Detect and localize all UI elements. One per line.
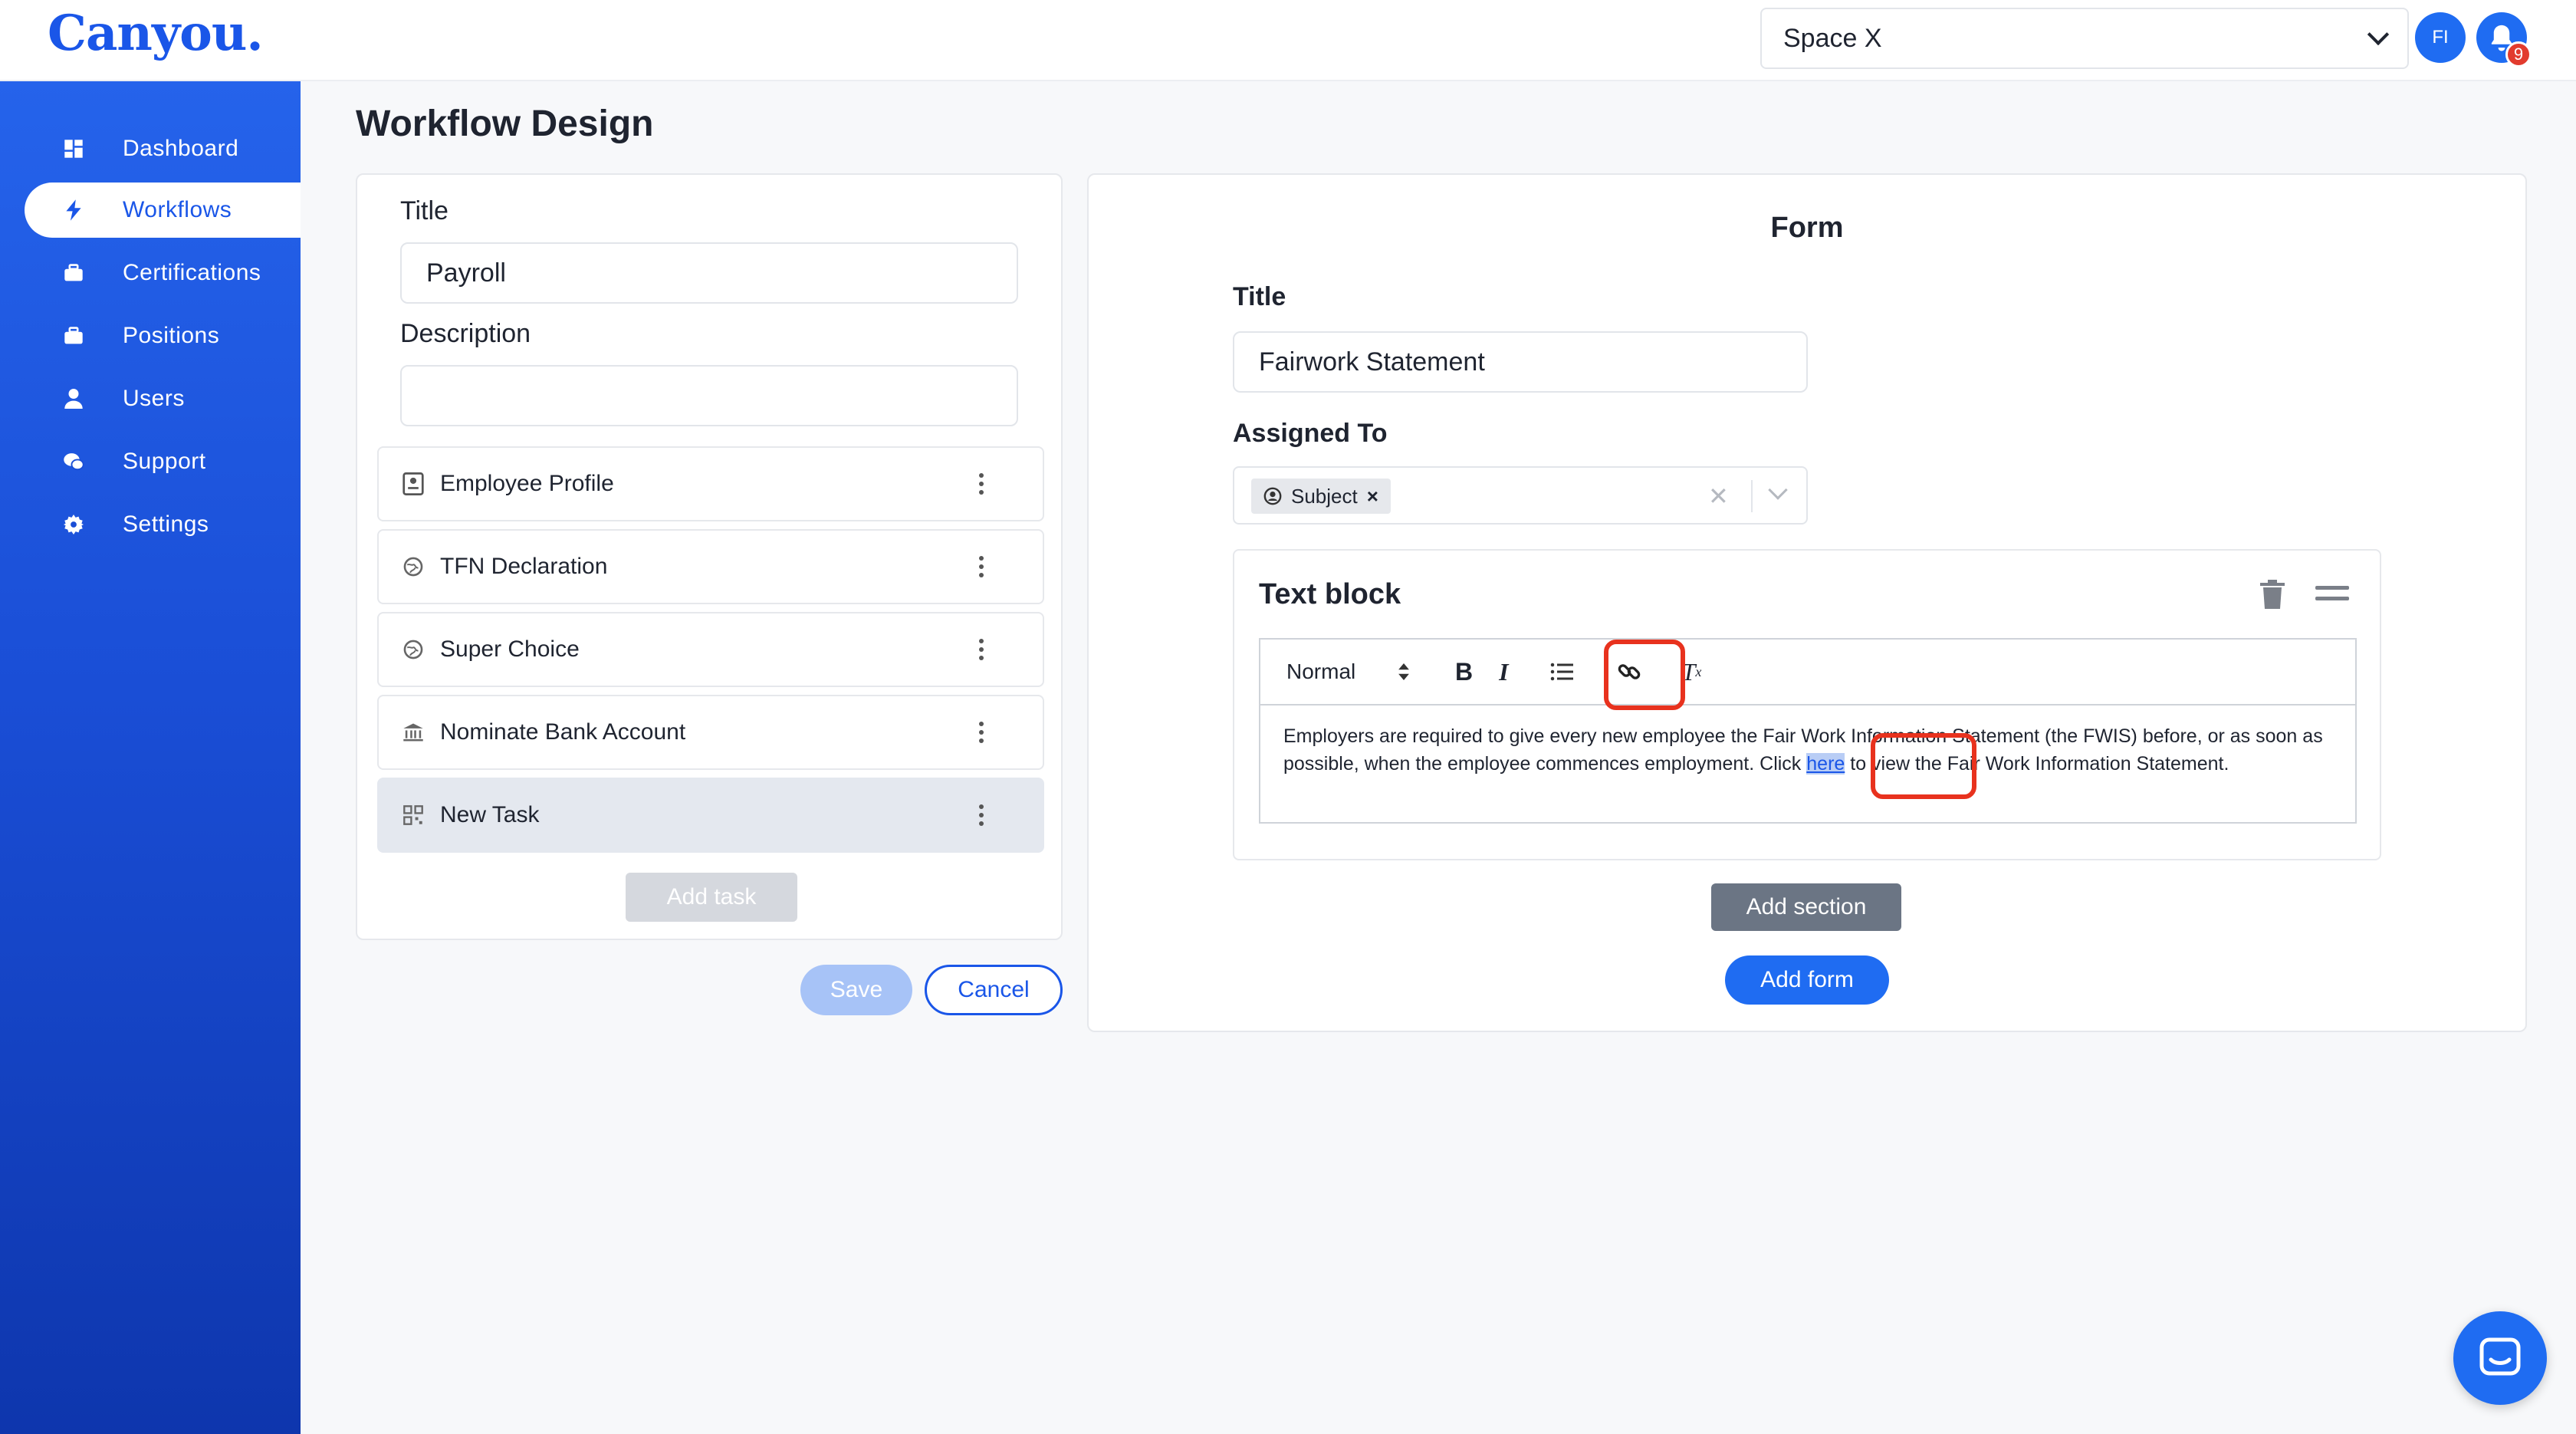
briefcase-icon bbox=[55, 327, 92, 345]
chat-icon bbox=[55, 452, 92, 472]
sidebar-item-workflows[interactable]: Workflows bbox=[25, 183, 301, 238]
sidebar-item-positions[interactable]: Positions bbox=[25, 308, 301, 363]
form-title-input[interactable]: Fairwork Statement bbox=[1233, 331, 1808, 393]
globe-icon bbox=[402, 638, 425, 661]
select-separator bbox=[1751, 480, 1753, 512]
sidebar-item-dashboard[interactable]: Dashboard bbox=[25, 121, 301, 176]
task-label: Nominate Bank Account bbox=[440, 719, 686, 745]
sidebar-item-label: Positions bbox=[123, 323, 220, 348]
sidebar-item-users[interactable]: Users bbox=[25, 371, 301, 426]
add-form-button[interactable]: Add form bbox=[1725, 955, 1889, 1005]
task-item-super-choice[interactable]: Super Choice bbox=[377, 612, 1044, 687]
assigned-chip-label: Subject bbox=[1291, 484, 1358, 508]
list-icon bbox=[1550, 663, 1573, 681]
bank-icon bbox=[402, 721, 425, 744]
chat-support-button[interactable] bbox=[2453, 1311, 2547, 1405]
bolt-icon bbox=[55, 199, 92, 221]
chevron-down-icon[interactable] bbox=[1768, 480, 1788, 500]
task-label: Super Choice bbox=[440, 636, 580, 662]
workflow-title-input[interactable]: Payroll bbox=[400, 242, 1018, 304]
app-logo[interactable]: Canyou. bbox=[48, 5, 264, 62]
sidebar-item-label: Users bbox=[123, 386, 185, 411]
text-editor[interactable]: Employers are required to give every new… bbox=[1259, 704, 2357, 824]
globe-icon bbox=[402, 555, 425, 578]
assigned-to-select[interactable]: Subject × ✕ bbox=[1233, 466, 1808, 525]
trash-icon[interactable] bbox=[2260, 580, 2285, 613]
workflow-description-input[interactable] bbox=[400, 365, 1018, 426]
qr-icon bbox=[402, 804, 425, 827]
task-menu-icon[interactable] bbox=[974, 722, 989, 743]
editor-link[interactable]: here bbox=[1806, 753, 1845, 775]
sidebar-item-certifications[interactable]: Certifications bbox=[25, 245, 301, 301]
editor-toolbar: Normal B I Tx bbox=[1259, 638, 2357, 705]
task-menu-icon[interactable] bbox=[974, 556, 989, 577]
format-select-value: Normal bbox=[1286, 659, 1356, 683]
highlight-link-text bbox=[1871, 733, 1976, 799]
italic-button[interactable]: I bbox=[1499, 658, 1508, 686]
form-heading: Form bbox=[1770, 212, 1844, 244]
chat-icon bbox=[2479, 1337, 2521, 1376]
space-select-value: Space X bbox=[1783, 23, 1882, 53]
task-menu-icon[interactable] bbox=[974, 804, 989, 826]
clear-icon[interactable]: ✕ bbox=[1708, 482, 1729, 511]
user-icon bbox=[55, 389, 92, 409]
notification-count-badge: 9 bbox=[2505, 41, 2532, 67]
sidebar-item-label: Support bbox=[123, 449, 206, 474]
chevron-down-icon bbox=[2367, 23, 2390, 46]
subject-icon bbox=[1263, 487, 1282, 505]
save-button[interactable]: Save bbox=[800, 965, 912, 1015]
remove-chip-icon[interactable]: × bbox=[1367, 485, 1378, 508]
gear-icon bbox=[55, 515, 92, 534]
add-section-button[interactable]: Add section bbox=[1711, 883, 1901, 931]
text-block-title: Text block bbox=[1259, 578, 1401, 610]
sidebar-item-settings[interactable]: Settings bbox=[25, 497, 301, 552]
cancel-button[interactable]: Cancel bbox=[925, 965, 1063, 1015]
bold-button[interactable]: B bbox=[1455, 658, 1473, 686]
task-item-employee-profile[interactable]: Employee Profile bbox=[377, 446, 1044, 521]
task-menu-icon[interactable] bbox=[974, 473, 989, 495]
task-label: Employee Profile bbox=[440, 471, 614, 496]
assigned-to-label: Assigned To bbox=[1233, 419, 1388, 448]
bullet-list-button[interactable] bbox=[1550, 662, 1573, 682]
grid-icon bbox=[55, 139, 92, 159]
task-item-new-task[interactable]: New Task bbox=[377, 778, 1044, 853]
highlight-link-button bbox=[1604, 640, 1685, 710]
workflow-panel: Title Payroll Description Employee Profi… bbox=[356, 173, 1063, 940]
sidebar-item-label: Certifications bbox=[123, 260, 261, 285]
task-label: New Task bbox=[440, 802, 540, 827]
sidebar: Dashboard Workflows Certifications Posit… bbox=[0, 81, 301, 1434]
form-title-label: Title bbox=[1233, 282, 1286, 311]
sidebar-item-label: Workflows bbox=[123, 197, 232, 222]
user-avatar[interactable]: FI bbox=[2415, 12, 2466, 63]
assigned-chip: Subject × bbox=[1251, 479, 1391, 514]
profile-icon bbox=[402, 472, 425, 495]
page-title: Workflow Design bbox=[356, 104, 654, 144]
format-select[interactable]: Normal bbox=[1286, 659, 1409, 684]
top-bar: Canyou. Space X FI 9 bbox=[0, 0, 2576, 81]
briefcase-icon bbox=[55, 264, 92, 282]
task-item-tfn-declaration[interactable]: TFN Declaration bbox=[377, 529, 1044, 604]
task-label: TFN Declaration bbox=[440, 554, 608, 579]
workflow-description-label: Description bbox=[400, 319, 531, 348]
task-menu-icon[interactable] bbox=[974, 639, 989, 660]
space-select[interactable]: Space X bbox=[1760, 8, 2409, 69]
sidebar-item-label: Settings bbox=[123, 511, 209, 537]
sidebar-item-support[interactable]: Support bbox=[25, 434, 301, 489]
updown-arrow-icon bbox=[1398, 663, 1409, 680]
form-panel: Form Title Fairwork Statement Assigned T… bbox=[1087, 173, 2527, 1032]
drag-handle-icon[interactable] bbox=[2315, 586, 2349, 607]
task-item-nominate-bank-account[interactable]: Nominate Bank Account bbox=[377, 695, 1044, 770]
add-task-button[interactable]: Add task bbox=[626, 873, 797, 922]
sidebar-item-label: Dashboard bbox=[123, 136, 239, 161]
text-block-section: Text block Normal B I Tx Employers are r… bbox=[1233, 549, 2381, 860]
workflow-title-label: Title bbox=[400, 196, 449, 225]
